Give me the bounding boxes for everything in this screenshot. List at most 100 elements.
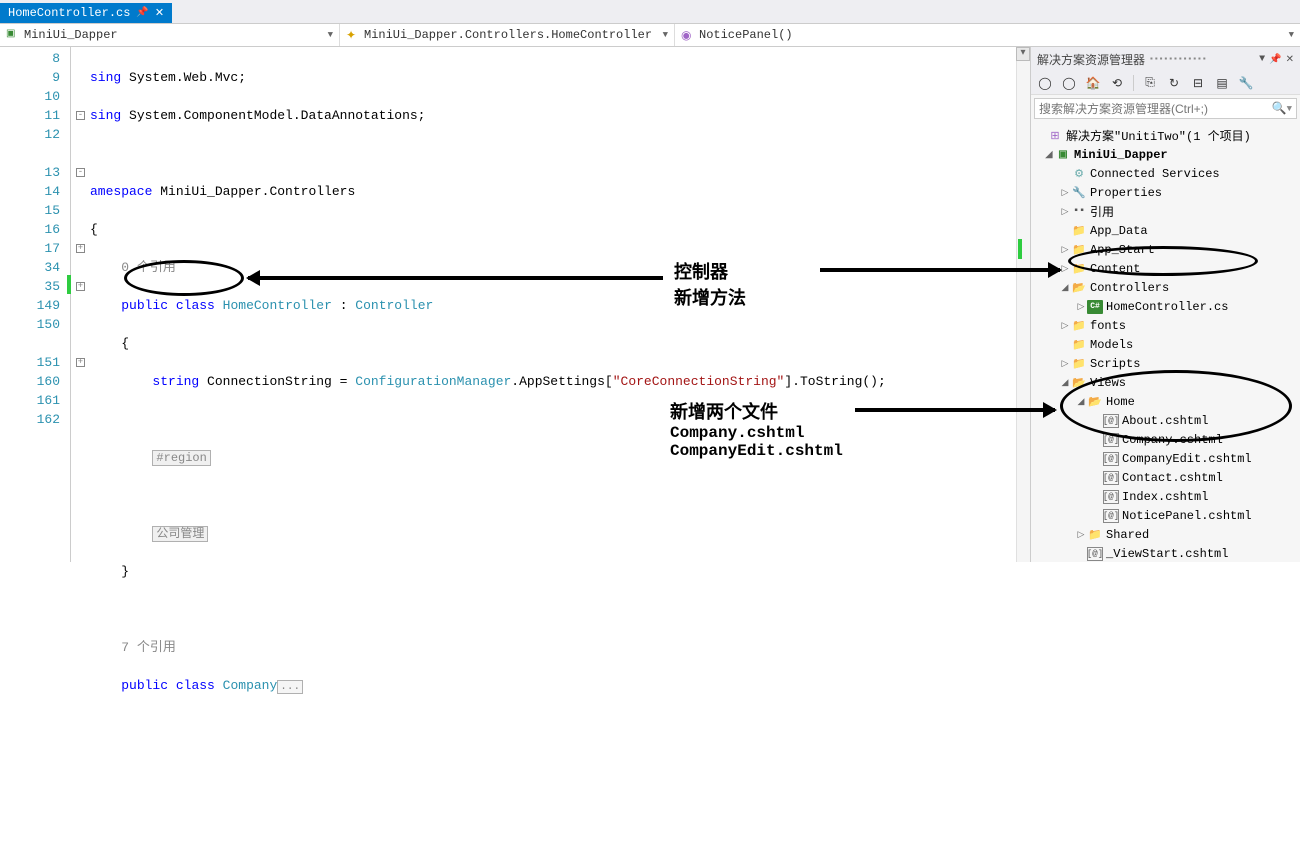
- dropdown-icon[interactable]: ▼: [1259, 54, 1265, 65]
- code-editor[interactable]: 8 9 10 11 12 13 14 15 16 17 34 35 149 15…: [0, 47, 1030, 562]
- folder-icon: 📁: [1071, 262, 1087, 276]
- tree-folder-content[interactable]: ▷📁Content: [1031, 259, 1300, 278]
- tree-folder-home[interactable]: ◢📂Home: [1031, 392, 1300, 411]
- fold-toggle[interactable]: +: [76, 244, 85, 253]
- toggle-icon[interactable]: ⎘: [1142, 75, 1158, 91]
- region-collapsed[interactable]: #region: [152, 450, 210, 466]
- expand-icon[interactable]: ▷: [1075, 302, 1087, 312]
- solexp-titlebar[interactable]: 解决方案资源管理器 ▪▪▪▪▪▪▪▪▪▪▪▪ ▼ 📌 ✕: [1031, 47, 1300, 72]
- class-dropdown[interactable]: ✦ MiniUi_Dapper.Controllers.HomeControll…: [340, 24, 675, 46]
- member-name: NoticePanel(): [699, 28, 793, 42]
- tab-title: HomeController.cs: [8, 6, 130, 20]
- scroll-split-icon[interactable]: ▾: [1016, 47, 1030, 61]
- expand-icon[interactable]: ▷: [1059, 207, 1071, 217]
- tree-item-references[interactable]: ▷▪▪引用: [1031, 202, 1300, 221]
- solexp-title: 解决方案资源管理器: [1037, 51, 1145, 68]
- folder-icon: 📁: [1071, 243, 1087, 257]
- folder-icon: 📂: [1071, 281, 1087, 295]
- tab-homecontroller[interactable]: HomeController.cs 📌 ✕: [0, 3, 172, 23]
- csproj-icon: ▣: [1055, 148, 1071, 162]
- cshtml-icon: [@]: [1103, 433, 1119, 447]
- navigation-dropdowns: ▣ MiniUi_Dapper ▼ ✦ MiniUi_Dapper.Contro…: [0, 24, 1300, 47]
- solexp-search[interactable]: 🔍 ▼: [1034, 98, 1297, 119]
- solution-icon: ⊞: [1047, 129, 1063, 143]
- solution-explorer: 解决方案资源管理器 ▪▪▪▪▪▪▪▪▪▪▪▪ ▼ 📌 ✕ ◯ ◯ 🏠 ⟲ ⎘ ↻…: [1030, 47, 1300, 562]
- folder-icon: 📂: [1087, 395, 1103, 409]
- expand-icon[interactable]: ◢: [1075, 397, 1087, 407]
- fold-column: - - + + +: [70, 47, 90, 562]
- sync-icon[interactable]: ⟲: [1109, 75, 1125, 91]
- search-input[interactable]: [1039, 102, 1272, 116]
- project-node[interactable]: ◢▣MiniUi_Dapper: [1031, 145, 1300, 164]
- region-collapsed[interactable]: 公司管理: [152, 526, 208, 542]
- solution-node[interactable]: ⊞解决方案"UnitiTwo"(1 个项目): [1031, 126, 1300, 145]
- folder-icon: 📁: [1071, 319, 1087, 333]
- tree-folder-scripts[interactable]: ▷📁Scripts: [1031, 354, 1300, 373]
- vertical-scrollbar[interactable]: [1016, 61, 1030, 562]
- collapsed-ellipsis[interactable]: ...: [277, 680, 303, 694]
- showall-icon[interactable]: ▤: [1214, 75, 1230, 91]
- chevron-down-icon[interactable]: ▼: [1287, 104, 1292, 114]
- tree-item-properties[interactable]: ▷🔧Properties: [1031, 183, 1300, 202]
- tree-folder-fonts[interactable]: ▷📁fonts: [1031, 316, 1300, 335]
- properties-icon[interactable]: 🔧: [1238, 75, 1254, 91]
- expand-icon[interactable]: ▷: [1059, 321, 1071, 331]
- tree-file-index[interactable]: [@]Index.cshtml: [1031, 487, 1300, 506]
- tree-item-connected[interactable]: ⚙Connected Services: [1031, 164, 1300, 183]
- class-icon: ✦: [346, 28, 360, 42]
- cshtml-icon: [@]: [1103, 414, 1119, 428]
- tree-file-viewstart[interactable]: [@]_ViewStart.cshtml: [1031, 544, 1300, 562]
- tree-folder-appdata[interactable]: 📁App_Data: [1031, 221, 1300, 240]
- member-dropdown[interactable]: ◉ NoticePanel() ▼: [675, 24, 1300, 46]
- close-icon[interactable]: ✕: [1286, 54, 1294, 66]
- cshtml-icon: [@]: [1103, 452, 1119, 466]
- cs-file-icon: C#: [1087, 300, 1103, 314]
- line-number-gutter: 8 9 10 11 12 13 14 15 16 17 34 35 149 15…: [0, 47, 70, 562]
- tree-folder-controllers[interactable]: ◢📂Controllers: [1031, 278, 1300, 297]
- tree-folder-appstart[interactable]: ▷📁App_Start: [1031, 240, 1300, 259]
- forward-icon[interactable]: ◯: [1061, 75, 1077, 91]
- tree-file-noticepanel[interactable]: [@]NoticePanel.cshtml: [1031, 506, 1300, 525]
- chevron-down-icon: ▼: [663, 30, 668, 40]
- code-content[interactable]: sing System.Web.Mvc; sing System.Compone…: [90, 47, 1030, 562]
- expand-icon[interactable]: ▷: [1075, 530, 1087, 540]
- collapse-icon[interactable]: ⊟: [1190, 75, 1206, 91]
- back-icon[interactable]: ◯: [1037, 75, 1053, 91]
- folder-icon: 📁: [1087, 528, 1103, 542]
- folder-icon: 📁: [1071, 357, 1087, 371]
- pin-icon[interactable]: 📌: [1269, 54, 1281, 66]
- method-icon: ◉: [681, 28, 695, 42]
- expand-icon[interactable]: ▷: [1059, 264, 1071, 274]
- tree-file-homecontroller[interactable]: ▷C#HomeController.cs: [1031, 297, 1300, 316]
- tree-file-contact[interactable]: [@]Contact.cshtml: [1031, 468, 1300, 487]
- tree-folder-views[interactable]: ◢📂Views: [1031, 373, 1300, 392]
- tree-file-company[interactable]: [@]Company.cshtml: [1031, 430, 1300, 449]
- connected-icon: ⚙: [1071, 167, 1087, 181]
- fold-toggle[interactable]: +: [76, 358, 85, 367]
- pin-icon[interactable]: 📌: [136, 7, 148, 19]
- solexp-toolbar: ◯ ◯ 🏠 ⟲ ⎘ ↻ ⊟ ▤ 🔧: [1031, 72, 1300, 95]
- fold-toggle[interactable]: -: [76, 111, 85, 120]
- tree-folder-models[interactable]: 📁Models: [1031, 335, 1300, 354]
- expand-icon[interactable]: ◢: [1059, 283, 1071, 293]
- project-dropdown[interactable]: ▣ MiniUi_Dapper ▼: [0, 24, 340, 46]
- cshtml-icon: [@]: [1103, 471, 1119, 485]
- expand-icon[interactable]: ◢: [1059, 378, 1071, 388]
- class-name: MiniUi_Dapper.Controllers.HomeController: [364, 28, 652, 42]
- expand-icon[interactable]: ▷: [1059, 245, 1071, 255]
- close-icon[interactable]: ✕: [155, 6, 164, 20]
- home-icon[interactable]: 🏠: [1085, 75, 1101, 91]
- fold-toggle[interactable]: +: [76, 282, 85, 291]
- chevron-down-icon: ▼: [1289, 30, 1294, 40]
- search-icon[interactable]: 🔍: [1272, 101, 1287, 116]
- tree-file-companyedit[interactable]: [@]CompanyEdit.cshtml: [1031, 449, 1300, 468]
- expand-icon[interactable]: ◢: [1043, 150, 1055, 160]
- tree-folder-shared[interactable]: ▷📁Shared: [1031, 525, 1300, 544]
- expand-icon[interactable]: ▷: [1059, 188, 1071, 198]
- fold-toggle[interactable]: -: [76, 168, 85, 177]
- expand-icon[interactable]: ▷: [1059, 359, 1071, 369]
- refresh-icon[interactable]: ↻: [1166, 75, 1182, 91]
- solution-tree[interactable]: ⊞解决方案"UnitiTwo"(1 个项目) ◢▣MiniUi_Dapper ⚙…: [1031, 122, 1300, 562]
- tree-file-about[interactable]: [@]About.cshtml: [1031, 411, 1300, 430]
- cshtml-icon: [@]: [1087, 547, 1103, 561]
